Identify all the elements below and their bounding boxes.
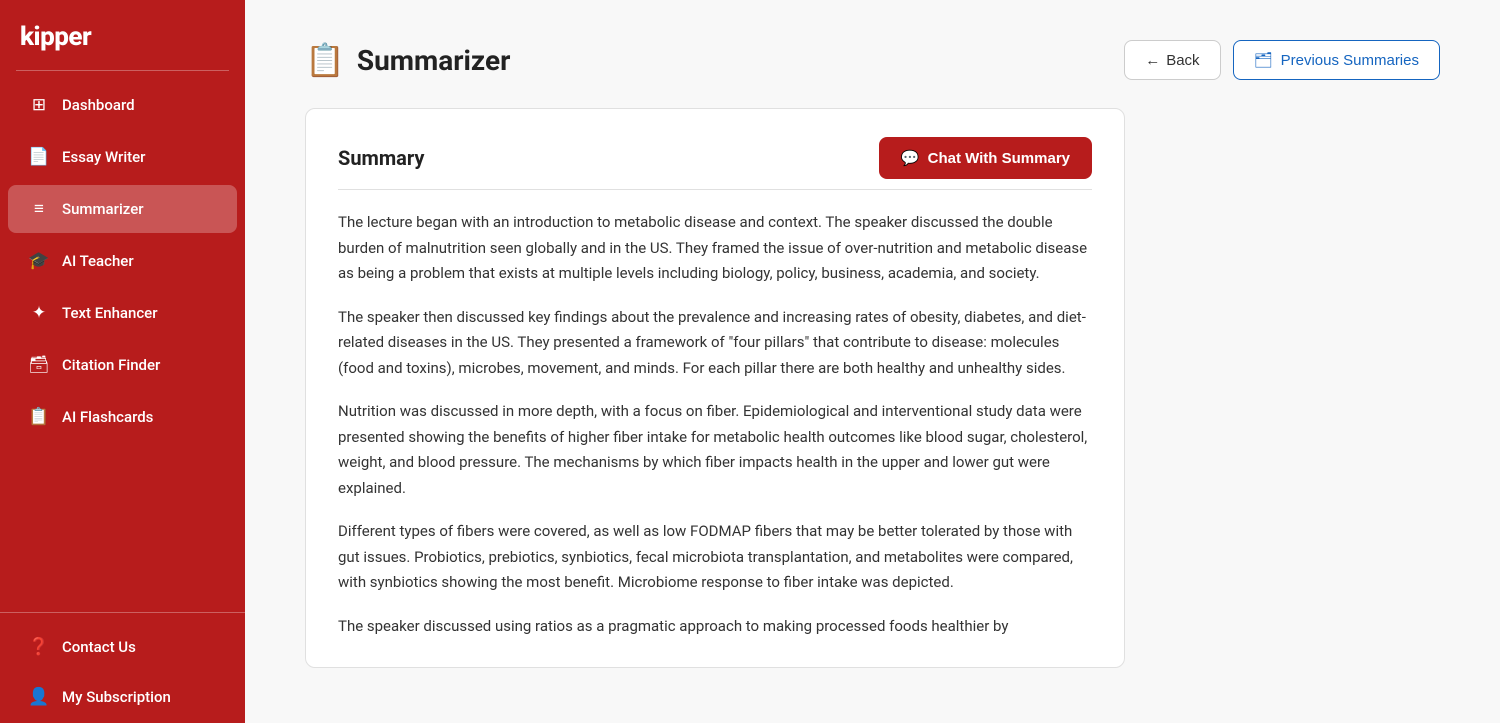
my-subscription-icon: 👤 — [28, 687, 50, 707]
sidebar-item-label: Contact Us — [62, 638, 136, 656]
citation-finder-icon: 🗃 — [28, 355, 50, 375]
ai-flashcards-icon: 📋 — [28, 407, 50, 427]
sidebar-item-my-subscription[interactable]: 👤 My Subscription — [8, 673, 237, 721]
sidebar-item-label: My Subscription — [62, 688, 171, 706]
sidebar-item-contact-us[interactable]: ❓ Contact Us — [8, 623, 237, 671]
sidebar-item-label: Summarizer — [62, 200, 144, 218]
sidebar-item-ai-teacher[interactable]: 🎓 AI Teacher — [8, 237, 237, 285]
summary-title: Summary — [338, 146, 424, 170]
sidebar-bottom: ❓ Contact Us 👤 My Subscription — [0, 612, 245, 723]
app-logo: kipper — [0, 0, 245, 70]
text-enhancer-icon: ✦ — [28, 303, 50, 323]
sidebar-divider — [16, 70, 229, 71]
sidebar-item-ai-flashcards[interactable]: 📋 AI Flashcards — [8, 393, 237, 441]
previous-summaries-button[interactable]: 🗂 Previous Summaries — [1233, 40, 1440, 80]
page-title-area: 📋 Summarizer — [305, 41, 510, 79]
summary-card-header: Summary 💬 Chat With Summary — [338, 137, 1092, 179]
summary-divider — [338, 189, 1092, 190]
chat-button-label: Chat With Summary — [928, 150, 1070, 167]
summary-paragraph-1: The lecture began with an introduction t… — [338, 210, 1092, 287]
sidebar-item-label: Citation Finder — [62, 356, 160, 374]
sidebar-item-label: Text Enhancer — [62, 304, 158, 322]
back-button-label: Back — [1166, 52, 1199, 69]
back-arrow-icon: ← — [1145, 52, 1160, 69]
sidebar-item-label: Dashboard — [62, 96, 135, 114]
sidebar-item-summarizer[interactable]: ≡ Summarizer — [8, 185, 237, 233]
back-button[interactable]: ← Back — [1124, 40, 1220, 80]
page-title-icon: 📋 — [305, 41, 345, 79]
sidebar: kipper ⊞ Dashboard 📄 Essay Writer ≡ Summ… — [0, 0, 245, 723]
prev-summaries-label: Previous Summaries — [1281, 52, 1419, 69]
sidebar-item-text-enhancer[interactable]: ✦ Text Enhancer — [8, 289, 237, 337]
sidebar-item-citation-finder[interactable]: 🗃 Citation Finder — [8, 341, 237, 389]
main-content: 📋 Summarizer ← Back 🗂 Previous Summaries… — [245, 0, 1500, 723]
sidebar-item-label: Essay Writer — [62, 148, 145, 166]
dashboard-icon: ⊞ — [28, 95, 50, 115]
page-header: 📋 Summarizer ← Back 🗂 Previous Summaries — [305, 40, 1440, 80]
summary-paragraph-4: Different types of fibers were covered, … — [338, 519, 1092, 596]
header-buttons: ← Back 🗂 Previous Summaries — [1124, 40, 1440, 80]
sidebar-item-label: AI Flashcards — [62, 408, 153, 426]
page-title: Summarizer — [357, 44, 510, 77]
summarizer-icon: ≡ — [28, 199, 50, 219]
sidebar-item-dashboard[interactable]: ⊞ Dashboard — [8, 81, 237, 129]
summary-paragraph-5: The speaker discussed using ratios as a … — [338, 614, 1092, 640]
summary-card: Summary 💬 Chat With Summary The lecture … — [305, 108, 1125, 668]
summary-content: The lecture began with an introduction t… — [338, 210, 1092, 639]
contact-us-icon: ❓ — [28, 637, 50, 657]
summary-paragraph-3: Nutrition was discussed in more depth, w… — [338, 399, 1092, 501]
sidebar-item-essay-writer[interactable]: 📄 Essay Writer — [8, 133, 237, 181]
sidebar-item-label: AI Teacher — [62, 252, 134, 270]
chat-with-summary-button[interactable]: 💬 Chat With Summary — [879, 137, 1092, 179]
prev-summaries-icon: 🗂 — [1254, 51, 1273, 69]
chat-icon: 💬 — [901, 149, 920, 167]
ai-teacher-icon: 🎓 — [28, 251, 50, 271]
summary-paragraph-2: The speaker then discussed key findings … — [338, 305, 1092, 382]
essay-writer-icon: 📄 — [28, 147, 50, 167]
